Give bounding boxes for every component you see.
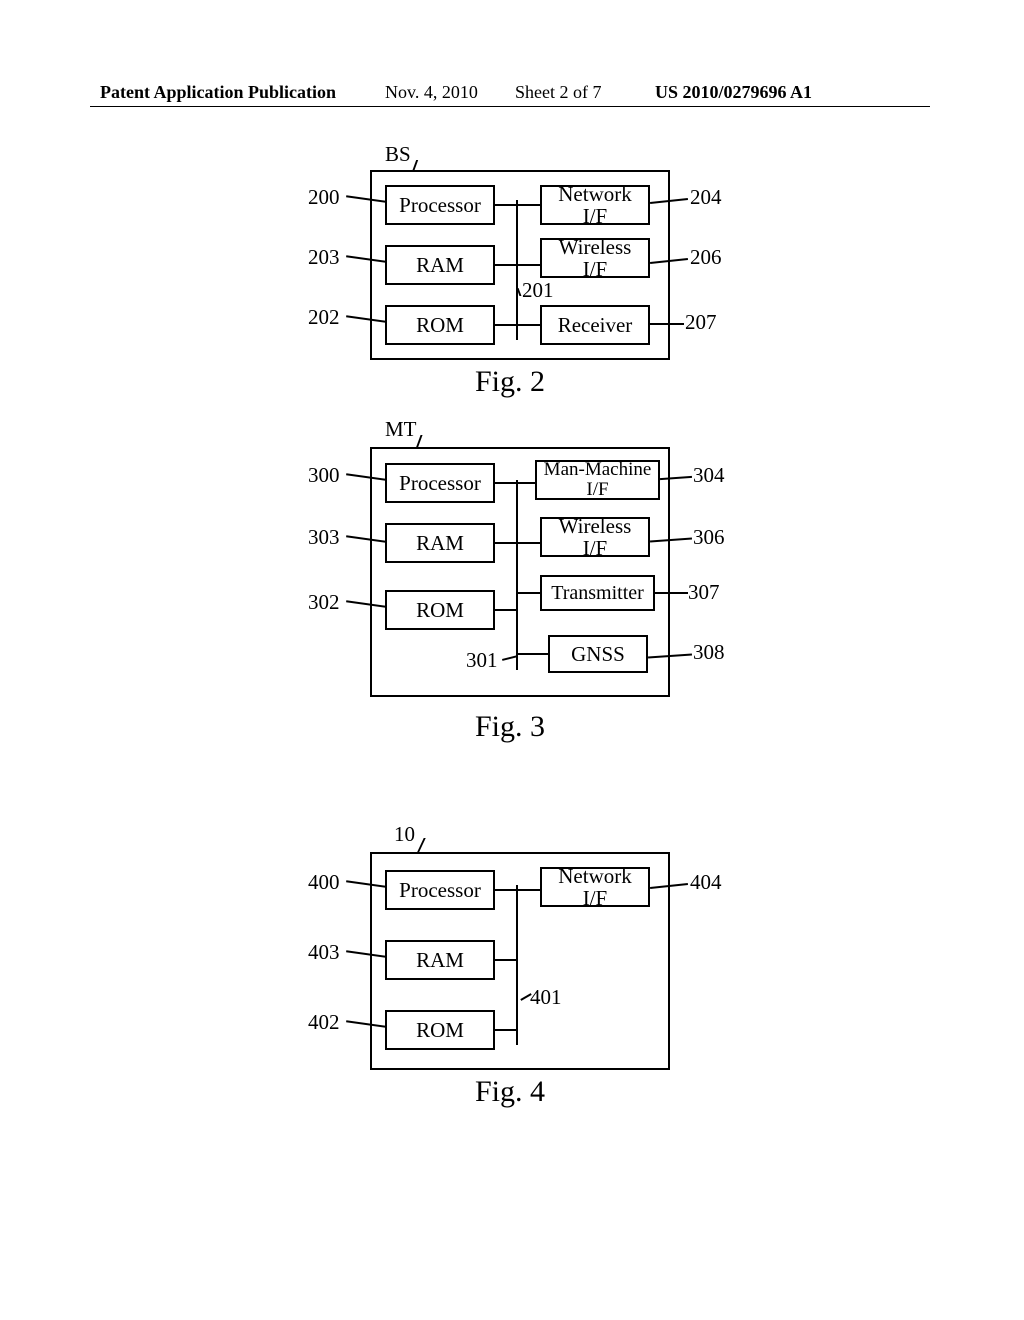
header-date: Nov. 4, 2010 <box>385 82 478 103</box>
ref-402: 402 <box>308 1010 340 1035</box>
ref-307: 307 <box>688 580 720 605</box>
ref-300: 300 <box>308 463 340 488</box>
fig2-h2 <box>495 264 540 266</box>
fig3-h2 <box>495 542 540 544</box>
fig4-h2 <box>495 959 516 961</box>
fig3-h3b <box>516 592 540 594</box>
lead-307 <box>655 592 688 594</box>
lead-207 <box>650 323 684 325</box>
box-wireless-if: Wireless I/F <box>540 238 650 278</box>
box-rom-4: ROM <box>385 1010 495 1050</box>
fig3-caption: Fig. 3 <box>290 710 730 744</box>
box-network-if-4: Network I/F <box>540 867 650 907</box>
fig3-h1 <box>495 482 535 484</box>
ref-201: 201 <box>522 278 554 303</box>
ref-306: 306 <box>693 525 725 550</box>
fig2-h3 <box>495 324 540 326</box>
box-ram-4: RAM <box>385 940 495 980</box>
ref-203: 203 <box>308 245 340 270</box>
fig3-bus <box>516 480 518 670</box>
ref-304: 304 <box>693 463 725 488</box>
header-rule <box>90 106 930 107</box>
box-transmitter: Transmitter <box>540 575 655 611</box>
header-sheet: Sheet 2 of 7 <box>515 82 601 103</box>
ref-302: 302 <box>308 590 340 615</box>
fig4-h1 <box>495 889 540 891</box>
ref-404: 404 <box>690 870 722 895</box>
box-processor-4: Processor <box>385 870 495 910</box>
ref-204: 204 <box>690 185 722 210</box>
fig3-title: MT <box>385 417 417 442</box>
header-publication: Patent Application Publication <box>100 82 336 103</box>
ref-200: 200 <box>308 185 340 210</box>
header-pubno: US 2010/0279696 A1 <box>655 82 812 103</box>
ref-403: 403 <box>308 940 340 965</box>
box-receiver: Receiver <box>540 305 650 345</box>
fig2-bus <box>516 200 518 340</box>
box-processor-3: Processor <box>385 463 495 503</box>
fig2-h1 <box>495 204 540 206</box>
box-ram-3: RAM <box>385 523 495 563</box>
box-mmi: Man-Machine I/F <box>535 460 660 500</box>
box-wireless-if-3: Wireless I/F <box>540 517 650 557</box>
ref-206: 206 <box>690 245 722 270</box>
box-rom: ROM <box>385 305 495 345</box>
fig2-caption: Fig. 2 <box>290 365 730 399</box>
box-processor: Processor <box>385 185 495 225</box>
box-rom-3: ROM <box>385 590 495 630</box>
fig3-h3a <box>495 609 516 611</box>
fig4-caption: Fig. 4 <box>290 1075 730 1109</box>
fig4-h3 <box>495 1029 516 1031</box>
box-ram: RAM <box>385 245 495 285</box>
fig4-bus <box>516 885 518 1045</box>
fig2-title: BS <box>385 142 411 167</box>
ref-207: 207 <box>685 310 717 335</box>
fig4-title: 10 <box>394 822 415 847</box>
ref-400: 400 <box>308 870 340 895</box>
box-network-if: Network I/F <box>540 185 650 225</box>
box-gnss: GNSS <box>548 635 648 673</box>
ref-303: 303 <box>308 525 340 550</box>
ref-401: 401 <box>530 985 562 1010</box>
ref-202: 202 <box>308 305 340 330</box>
ref-301: 301 <box>466 648 498 673</box>
ref-308: 308 <box>693 640 725 665</box>
fig3-h4 <box>516 653 548 655</box>
